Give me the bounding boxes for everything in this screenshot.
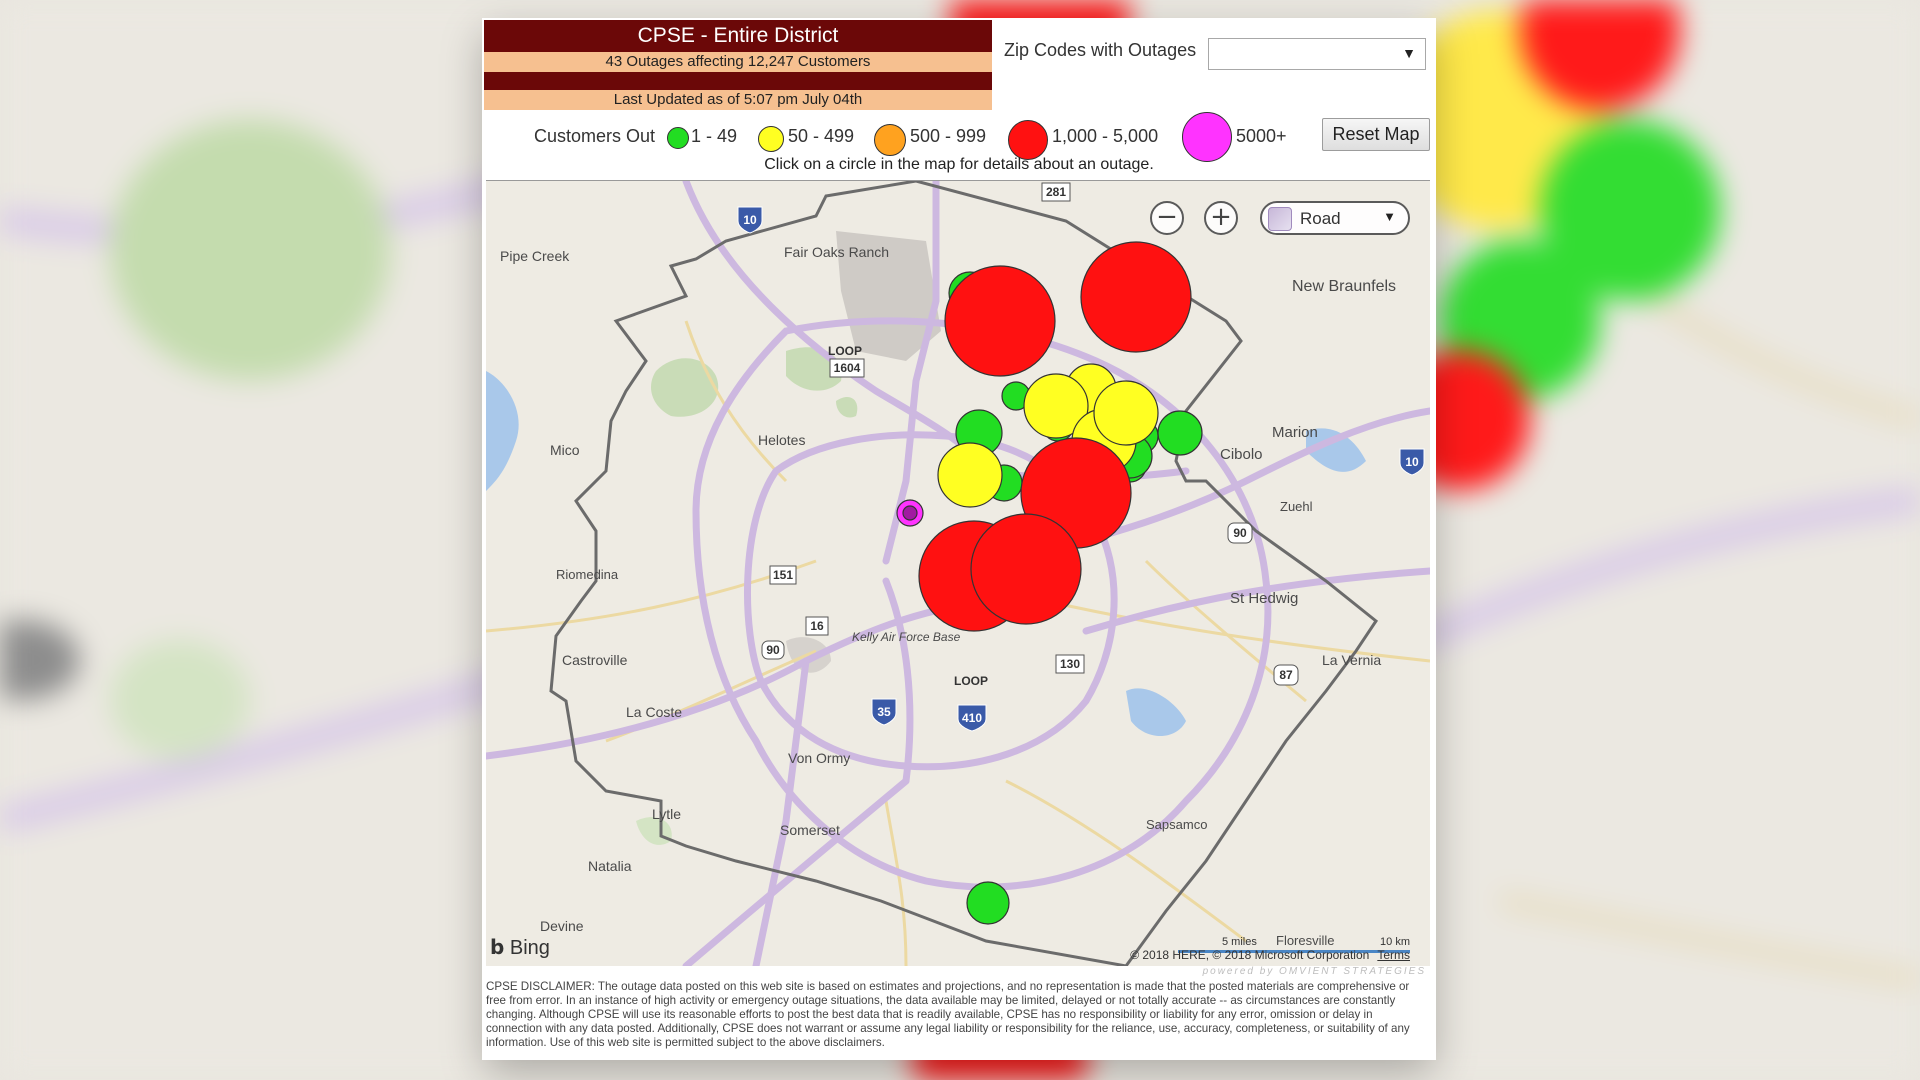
place-new-braunfels: New Braunfels	[1292, 278, 1396, 295]
legend-dot-magenta	[1182, 112, 1232, 162]
place-st-hedwig: St Hedwig	[1230, 590, 1298, 607]
outage-marker-green[interactable]	[966, 881, 1010, 925]
scale-km: 10 km	[1380, 936, 1410, 948]
place-la-vernia: La Vernia	[1322, 652, 1381, 668]
outage-marker-yellow[interactable]	[937, 442, 1003, 508]
place-mico: Mico	[550, 442, 580, 458]
reset-map-button[interactable]: Reset Map	[1322, 118, 1430, 151]
map-canvas[interactable]: 10 281 LOOP 1604 151 16 90 35 LOOP 410 1…	[486, 181, 1430, 966]
us-87-shield: 87	[1273, 664, 1299, 686]
us-90-shield: 90	[761, 640, 785, 660]
dropdown-arrow-icon: ▼	[1383, 209, 1396, 224]
last-updated: Last Updated as of 5:07 pm July 04th	[484, 90, 992, 110]
place-cibolo: Cibolo	[1220, 446, 1263, 463]
legend-title: Customers Out	[534, 126, 656, 146]
us-281-shield: 281	[1041, 182, 1071, 202]
us-90-shield-east: 90	[1227, 522, 1253, 544]
lake	[1126, 688, 1186, 736]
outage-marker-red[interactable]	[944, 265, 1056, 377]
park	[836, 396, 858, 418]
dropdown-arrow-icon: ▼	[1402, 45, 1416, 61]
map-style-label: Road	[1300, 209, 1341, 228]
place-kelly-afb: Kelly Air Force Base	[852, 630, 961, 644]
place-devine: Devine	[540, 918, 584, 934]
outage-marker-magenta-center	[902, 505, 918, 521]
place-natalia: Natalia	[588, 858, 632, 874]
plus-icon: +	[1210, 202, 1232, 232]
disclaimer-text: CPSE DISCLAIMER: The outage data posted …	[486, 980, 1410, 1049]
place-riomedina: Riomedina	[556, 567, 619, 582]
place-sapsamco: Sapsamco	[1146, 817, 1207, 832]
svg-text:90: 90	[766, 643, 780, 657]
place-la-coste: La Coste	[626, 704, 682, 720]
place-marion: Marion	[1272, 424, 1318, 441]
legend-dot-green	[667, 127, 689, 149]
sh-130-shield: 130	[1055, 654, 1085, 674]
bing-logo: b Bing	[490, 935, 550, 959]
place-floresville: Floresville	[1276, 933, 1335, 948]
zoom-out-button[interactable]: −	[1150, 201, 1184, 235]
legend-label-50-499: 50 - 499	[788, 126, 855, 146]
outage-map[interactable]: 10 281 LOOP 1604 151 16 90 35 LOOP 410 1…	[486, 180, 1430, 966]
svg-text:10: 10	[743, 213, 757, 227]
loop-1604-shield: LOOP 1604	[828, 344, 865, 378]
outage-summary: 43 Outages affecting 12,247 Customers	[484, 52, 992, 72]
map-attribution: © 2018 HERE, © 2018 Microsoft Corporatio…	[1130, 948, 1410, 962]
place-somerset: Somerset	[780, 822, 840, 838]
legend-label-1000-5000: 1,000 - 5,000	[1052, 126, 1159, 146]
legend-label-5000-plus: 5000+	[1236, 126, 1287, 146]
outage-marker-yellow[interactable]	[1093, 380, 1159, 446]
svg-text:130: 130	[1060, 657, 1080, 671]
svg-text:1604: 1604	[834, 361, 861, 375]
loop-410-shield: LOOP 410	[954, 674, 988, 732]
park	[651, 358, 719, 417]
outage-map-panel: CPSE - Entire District 43 Outages affect…	[484, 20, 1434, 1058]
legend-dot-red	[1008, 120, 1048, 160]
svg-text:151: 151	[773, 568, 793, 582]
place-pipe-creek: Pipe Creek	[500, 248, 570, 264]
place-helotes: Helotes	[758, 432, 805, 448]
svg-text:LOOP: LOOP	[954, 674, 988, 688]
lake	[486, 371, 519, 491]
legend-dot-orange	[874, 124, 906, 156]
map-style-select[interactable]: Road ▼	[1260, 201, 1410, 235]
place-von-ormy: Von Ormy	[788, 750, 850, 766]
legend-label-1-49: 1 - 49	[691, 126, 738, 146]
interstate-35-shield: 35	[871, 698, 897, 726]
zip-filter-select[interactable]: ▼	[1208, 38, 1426, 70]
svg-text:281: 281	[1046, 185, 1066, 199]
interstate-10-shield-east: 10	[1399, 448, 1425, 476]
svg-text:16: 16	[810, 619, 824, 633]
sh-151-shield: 151	[769, 565, 797, 585]
map-hint: Click on a circle in the map for details…	[764, 156, 1154, 173]
outage-marker-red[interactable]	[970, 513, 1082, 625]
road-map-icon	[1268, 207, 1292, 231]
place-castroville: Castroville	[562, 652, 628, 668]
svg-text:87: 87	[1279, 668, 1293, 682]
zip-filter-label: Zip Codes with Outages	[1004, 40, 1197, 60]
place-lytle: Lytle	[652, 806, 681, 822]
scale-miles: 5 miles	[1222, 936, 1257, 948]
interstate-10-shield: 10	[737, 206, 763, 234]
zoom-in-button[interactable]: +	[1204, 201, 1238, 235]
place-zuehl: Zuehl	[1280, 499, 1313, 514]
minus-icon: −	[1156, 202, 1178, 232]
legend-dot-yellow	[758, 126, 784, 152]
district-title: CPSE - Entire District	[484, 20, 992, 52]
bing-icon: b	[490, 935, 505, 959]
svg-text:10: 10	[1405, 455, 1419, 469]
outage-marker-red[interactable]	[1080, 241, 1192, 353]
header-separator	[484, 72, 992, 90]
svg-text:410: 410	[962, 711, 982, 725]
sh-16-shield: 16	[805, 616, 829, 636]
svg-text:LOOP: LOOP	[828, 344, 862, 358]
outage-marker-green[interactable]	[1157, 410, 1203, 456]
svg-text:90: 90	[1233, 526, 1247, 540]
legend-label-500-999: 500 - 999	[910, 126, 987, 146]
svg-text:35: 35	[877, 705, 891, 719]
terms-link[interactable]: Terms	[1377, 948, 1410, 962]
place-fair-oaks-ranch: Fair Oaks Ranch	[784, 244, 889, 260]
